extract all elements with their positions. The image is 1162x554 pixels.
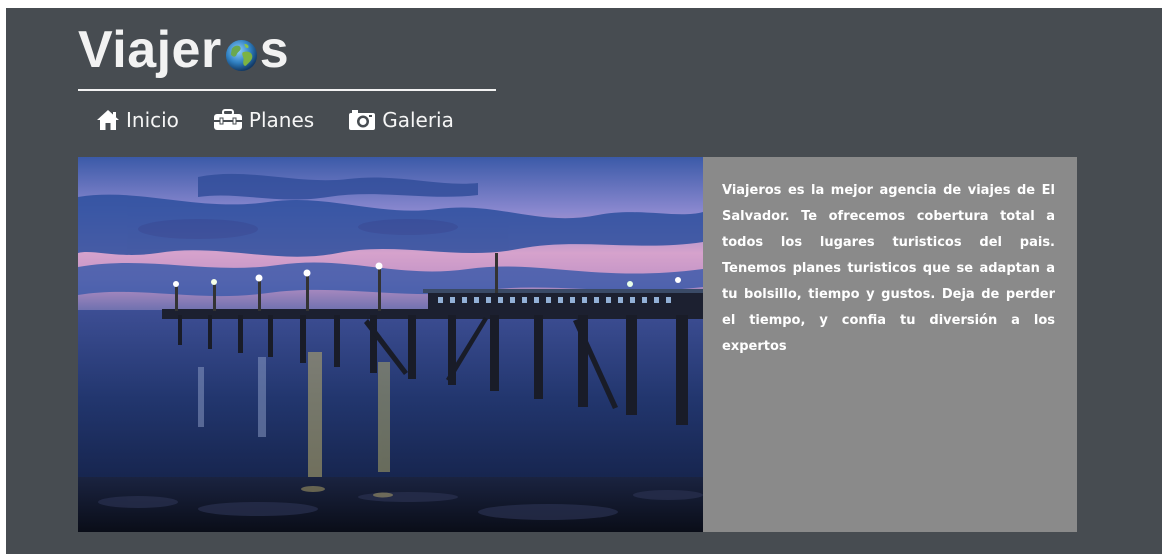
about-panel: Viajeros es la mejor agencia de viajes d… [703, 157, 1077, 532]
pier-at-dusk-photo [78, 157, 703, 532]
camera-icon [349, 110, 376, 130]
site-logo[interactable]: Viajer s [78, 18, 289, 82]
logo-underline [78, 89, 496, 91]
nav-label-galeria: Galeria [382, 108, 454, 132]
nav-item-planes[interactable]: Planes [213, 108, 314, 132]
about-text: Viajeros es la mejor agencia de viajes d… [722, 183, 1055, 354]
logo-text-suffix: s [259, 21, 290, 79]
hero-image [78, 157, 703, 532]
suitcase-icon [213, 109, 242, 130]
logo-text-prefix: Viajer [78, 21, 222, 79]
globe-icon [225, 39, 257, 71]
page-frame: Viajer s Inicio Planes Galeria Viajeros … [6, 8, 1162, 554]
nav-item-galeria[interactable]: Galeria [348, 108, 454, 132]
home-icon [97, 110, 119, 130]
nav-item-inicio[interactable]: Inicio [96, 108, 179, 132]
main-nav: Inicio Planes Galeria [96, 108, 488, 132]
nav-label-planes: Planes [248, 108, 315, 132]
nav-label-inicio: Inicio [126, 108, 179, 132]
